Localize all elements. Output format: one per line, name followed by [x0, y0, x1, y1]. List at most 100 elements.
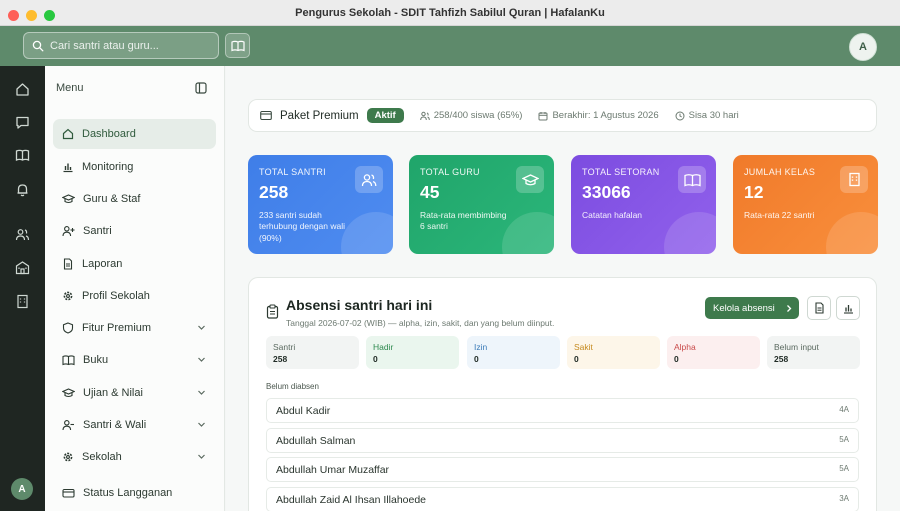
window-titlebar: Pengurus Sekolah - SDIT Tahfizh Sabilul … [0, 0, 900, 26]
list-item[interactable]: Abdullah Zaid Al Ihsan Illahoede 3A [266, 487, 859, 511]
card-decoration [341, 212, 393, 254]
sidebar-collapse-icon[interactable] [195, 82, 207, 97]
card-subtext: Rata-rata membimbing 6 santri [420, 210, 507, 232]
users-icon[interactable] [13, 225, 31, 243]
sidebar-item-guru-staf[interactable]: Guru & Staf [53, 184, 216, 214]
sidebar-item-label: Buku [83, 354, 109, 366]
search-input[interactable] [50, 39, 210, 52]
plan-students-text: 258/400 siswa (65%) [433, 110, 523, 121]
attendance-chart-button[interactable] [836, 296, 860, 320]
card-icon [260, 110, 272, 121]
subscription-bar: Paket Premium Aktif 258/400 siswa (65%) … [248, 99, 877, 132]
card-subtext: Rata-rata 22 santri [744, 210, 815, 220]
sidebar-item-sekolah[interactable]: Sekolah [53, 442, 216, 472]
sidebar-item-laporan[interactable]: Laporan [53, 249, 216, 279]
manage-attendance-button[interactable]: Kelola absensi [705, 297, 799, 319]
student-class: 3A [839, 494, 849, 503]
users-icon [355, 166, 383, 193]
sidebar-item-status-langganan[interactable]: Status Langganan [53, 478, 216, 508]
home-icon [62, 128, 74, 140]
school-icon[interactable] [13, 258, 31, 276]
attendance-title: Absensi santri hari ini [286, 297, 433, 313]
stat-value: 258 [273, 354, 288, 364]
users-icon [419, 111, 430, 120]
stat-value: 0 [373, 354, 378, 364]
bell-icon[interactable] [13, 180, 31, 198]
stat-santri: Santri 258 [266, 336, 359, 369]
sidebar-item-label: Profil Sekolah [82, 290, 150, 302]
sidebar-item-fitur-premium[interactable]: Fitur Premium [53, 313, 216, 343]
card-subtext: Catatan hafalan [582, 210, 643, 220]
stat-label: Izin [474, 342, 488, 352]
sidebar-item-dashboard[interactable]: Dashboard [53, 119, 216, 149]
export-pdf-button[interactable] [807, 296, 831, 320]
stat-card-total-guru[interactable]: TOTAL GURU 45 Rata-rata membimbing 6 san… [409, 155, 554, 254]
student-name: Abdullah Salman [276, 434, 356, 447]
home-icon[interactable] [13, 80, 31, 98]
sidebar-item-label: Sekolah [82, 451, 122, 463]
stat-card-jumlah-kelas[interactable]: JUMLAH KELAS 12 Rata-rata 22 santri [733, 155, 878, 254]
chevron-down-icon [198, 454, 205, 459]
card-label: JUMLAH KELAS [744, 167, 816, 177]
plan-students: 258/400 siswa (65%) [419, 110, 523, 121]
plan-expiry-text: Berakhir: 1 Agustus 2026 [552, 110, 659, 121]
sidebar-item-label: Laporan [82, 258, 123, 270]
chevron-down-icon [198, 357, 205, 362]
manage-attendance-label: Kelola absensi [713, 302, 775, 314]
building-icon[interactable] [13, 292, 31, 310]
building-icon [840, 166, 868, 193]
zoom-window-button[interactable] [44, 10, 55, 21]
book-icon[interactable] [13, 146, 31, 164]
card-label: TOTAL SETORAN [582, 167, 660, 177]
chart-icon [843, 304, 853, 314]
main-content: Paket Premium Aktif 258/400 siswa (65%) … [226, 66, 900, 511]
card-decoration [502, 212, 554, 254]
clock-icon [675, 111, 685, 120]
graduation-cap-icon [516, 166, 544, 193]
message-icon[interactable] [13, 113, 31, 131]
window-controls [8, 10, 55, 21]
user-avatar[interactable]: A [849, 33, 877, 61]
gear-icon [63, 452, 73, 462]
sidebar-item-santri-wali[interactable]: Santri & Wali [53, 410, 216, 440]
window-title: Pengurus Sekolah - SDIT Tahfizh Sabilul … [295, 6, 605, 19]
sidebar-item-ujian-nilai[interactable]: Ujian & Nilai [53, 378, 216, 408]
list-item[interactable]: Abdullah Salman 5A [266, 428, 859, 453]
close-window-button[interactable] [8, 10, 19, 21]
calendar-icon [538, 111, 548, 120]
card-subtext: 233 santri sudah terhubung dengan wali (… [259, 210, 346, 243]
graduation-cap-icon [62, 388, 75, 398]
stat-card-total-setoran[interactable]: TOTAL SETORAN 33066 Catatan hafalan [571, 155, 716, 254]
search-box[interactable] [23, 32, 219, 59]
student-name: Abdul Kadir [276, 404, 331, 417]
quran-button[interactable] [225, 33, 250, 58]
sidebar-item-santri[interactable]: Santri [53, 216, 216, 246]
stat-value: 0 [574, 354, 579, 364]
sidebar-item-profil-sekolah[interactable]: Profil Sekolah [53, 281, 216, 311]
stat-card-total-santri[interactable]: TOTAL SANTRI 258 233 santri sudah terhub… [248, 155, 393, 254]
card-value: 12 [744, 182, 764, 202]
sidebar-item-buku[interactable]: Buku [53, 345, 216, 375]
student-class: 5A [839, 464, 849, 473]
sidebar-item-label: Guru & Staf [83, 193, 141, 205]
card-value: 45 [420, 182, 440, 202]
stat-belum-input: Belum input 258 [767, 336, 860, 369]
sidebar-item-label: Santri & Wali [83, 419, 147, 431]
sidebar-item-label: Ujian & Nilai [83, 387, 143, 399]
card-decoration [664, 212, 716, 254]
stat-label: Belum input [774, 342, 819, 352]
plan-remaining-text: Sisa 30 hari [688, 110, 739, 121]
minimize-window-button[interactable] [26, 10, 37, 21]
student-class: 5A [839, 435, 849, 444]
rail-user-avatar[interactable]: A [11, 478, 33, 500]
search-icon [32, 40, 44, 51]
sidebar-item-label: Dashboard [82, 128, 136, 140]
student-name: Abdullah Zaid Al Ihsan Illahoede [276, 493, 427, 506]
stat-sakit: Sakit 0 [567, 336, 660, 369]
stat-value: 0 [674, 354, 679, 364]
user-plus-icon [62, 226, 75, 237]
list-item[interactable]: Abdullah Umar Muzaffar 5A [266, 457, 859, 482]
sidebar-item-monitoring[interactable]: Monitoring [53, 152, 216, 182]
sidebar-item-label: Status Langganan [83, 487, 173, 499]
list-item[interactable]: Abdul Kadir 4A [266, 398, 859, 423]
